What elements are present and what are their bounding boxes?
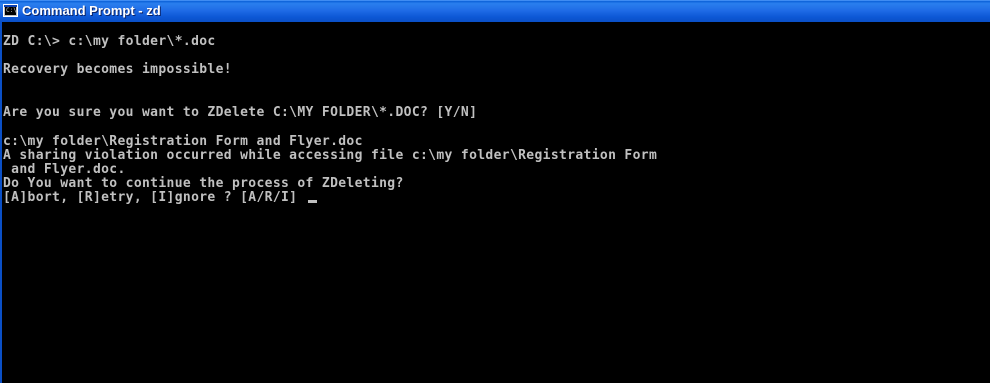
abort-retry-ignore-prompt-text: [A]bort, [R]etry, [I]gnore ? [A/R/I] <box>3 190 306 205</box>
sharing-violation-continuation-line: and Flyer.doc. <box>3 162 126 177</box>
command-prompt-window: C:\ Command Prompt - zd ZD C:\> c:\my fo… <box>0 0 990 383</box>
window-title: Command Prompt - zd <box>22 3 161 18</box>
console-output[interactable]: ZD C:\> c:\my folder\*.doc Recovery beco… <box>0 22 990 383</box>
confirm-prompt-line: Are you sure you want to ZDelete C:\MY F… <box>3 105 478 120</box>
sharing-violation-line: A sharing violation occurred while acces… <box>3 148 658 163</box>
file-path-line: c:\my folder\Registration Form and Flyer… <box>3 134 363 149</box>
text-cursor <box>307 200 317 203</box>
command-line: ZD C:\> c:\my folder\*.doc <box>3 34 216 49</box>
abort-retry-ignore-prompt-line: [A]bort, [R]etry, [I]gnore ? [A/R/I] <box>3 191 317 205</box>
title-bar[interactable]: C:\ Command Prompt - zd <box>0 0 990 22</box>
command-prompt-icon[interactable]: C:\ <box>3 4 18 17</box>
icon-screen: C:\ <box>5 7 16 15</box>
continue-question-line: Do You want to continue the process of Z… <box>3 176 404 191</box>
warning-line: Recovery becomes impossible! <box>3 62 232 77</box>
